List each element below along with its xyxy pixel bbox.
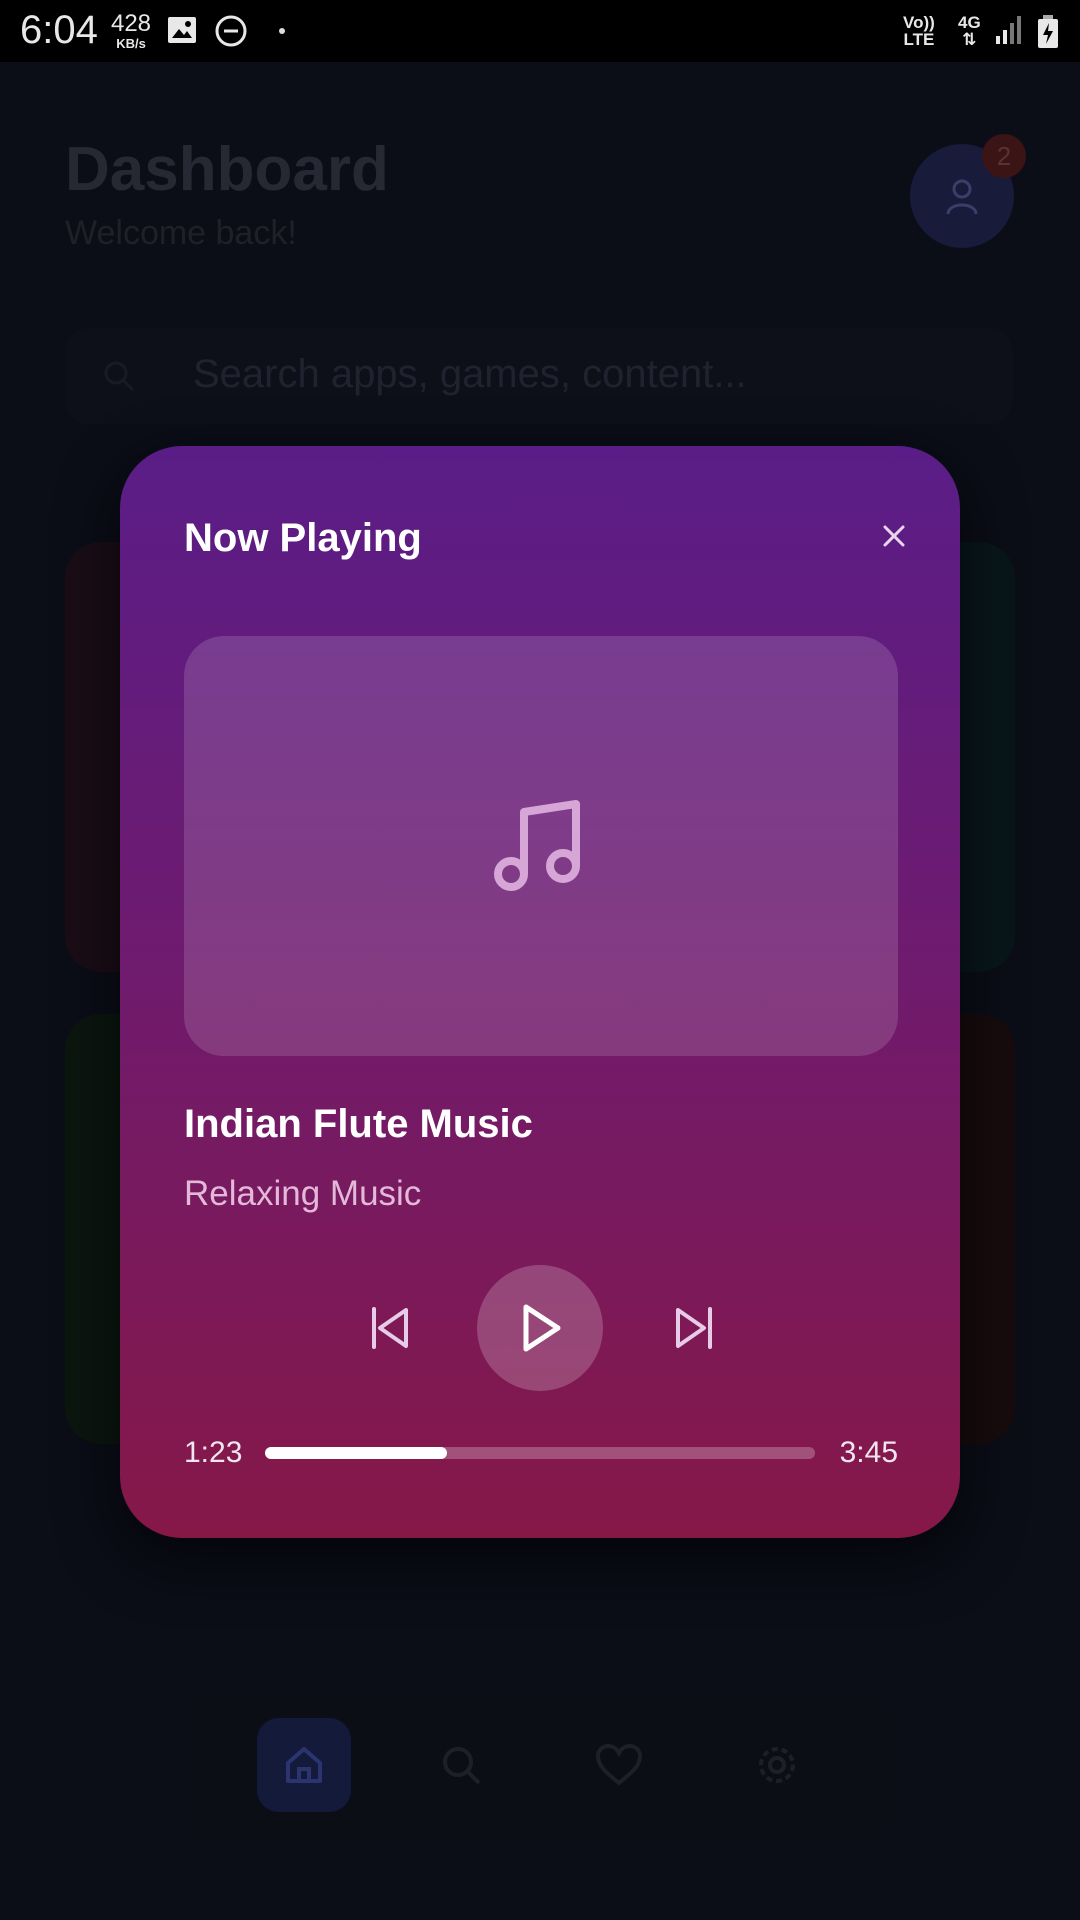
nav-settings: [730, 1718, 824, 1812]
search-icon: [101, 358, 137, 399]
network-speed: 428 KB/s: [110, 10, 152, 51]
previous-button[interactable]: [360, 1298, 420, 1358]
dialog-title: Now Playing: [184, 516, 422, 560]
current-time: 1:23: [184, 1436, 243, 1469]
do-not-disturb-icon: [214, 14, 248, 53]
dashboard-subtitle: Welcome back!: [65, 214, 297, 252]
network-speed-unit: KB/s: [116, 36, 146, 51]
play-icon: [523, 1304, 561, 1352]
progress-fill: [265, 1447, 447, 1459]
network-type-indicator: 4G ⇅: [958, 14, 981, 48]
search-placeholder: Search apps, games, content...: [193, 352, 747, 396]
search-bar: Search apps, games, content...: [65, 328, 1013, 424]
notification-badge: 2: [982, 134, 1026, 178]
total-time: 3:45: [839, 1436, 898, 1469]
dashboard-title: Dashboard: [65, 135, 389, 204]
search-icon: [443, 1747, 481, 1785]
battery-icon: [1036, 14, 1060, 55]
next-button[interactable]: [664, 1298, 724, 1358]
close-button[interactable]: [878, 520, 910, 552]
music-note-icon: [494, 800, 580, 891]
play-button[interactable]: [477, 1265, 603, 1391]
nav-favorites: [572, 1718, 666, 1812]
skip-next-icon: [676, 1307, 712, 1349]
album-artwork: [184, 636, 898, 1056]
user-icon: [946, 179, 978, 215]
track-title: Indian Flute Music: [184, 1102, 533, 1146]
nav-home: [257, 1718, 351, 1812]
volte-indicator: Vo)) LTE: [903, 14, 935, 48]
notification-dot: [279, 28, 285, 34]
track-artist: Relaxing Music: [184, 1174, 422, 1213]
now-playing-dialog: Now Playing Indian Flute Music Relaxing …: [120, 446, 960, 1538]
skip-previous-icon: [372, 1307, 408, 1349]
progress-slider[interactable]: [265, 1447, 815, 1459]
heart-icon: [595, 1743, 643, 1786]
image-notification-icon: [166, 14, 198, 51]
status-time: 6:04: [20, 8, 98, 52]
bottom-navigation: [190, 1698, 890, 1838]
nav-search: [414, 1718, 508, 1812]
volte-bottom-label: LTE: [903, 30, 935, 49]
gear-icon: [759, 1747, 795, 1783]
home-icon: [286, 1747, 322, 1783]
network-speed-value: 428: [110, 10, 152, 37]
signal-icon: [994, 14, 1024, 51]
close-icon: [883, 525, 905, 547]
status-bar: 6:04 428 KB/s Vo)) LTE 4G ⇅: [0, 0, 1080, 62]
data-arrows-icon: ⇅: [962, 30, 977, 49]
